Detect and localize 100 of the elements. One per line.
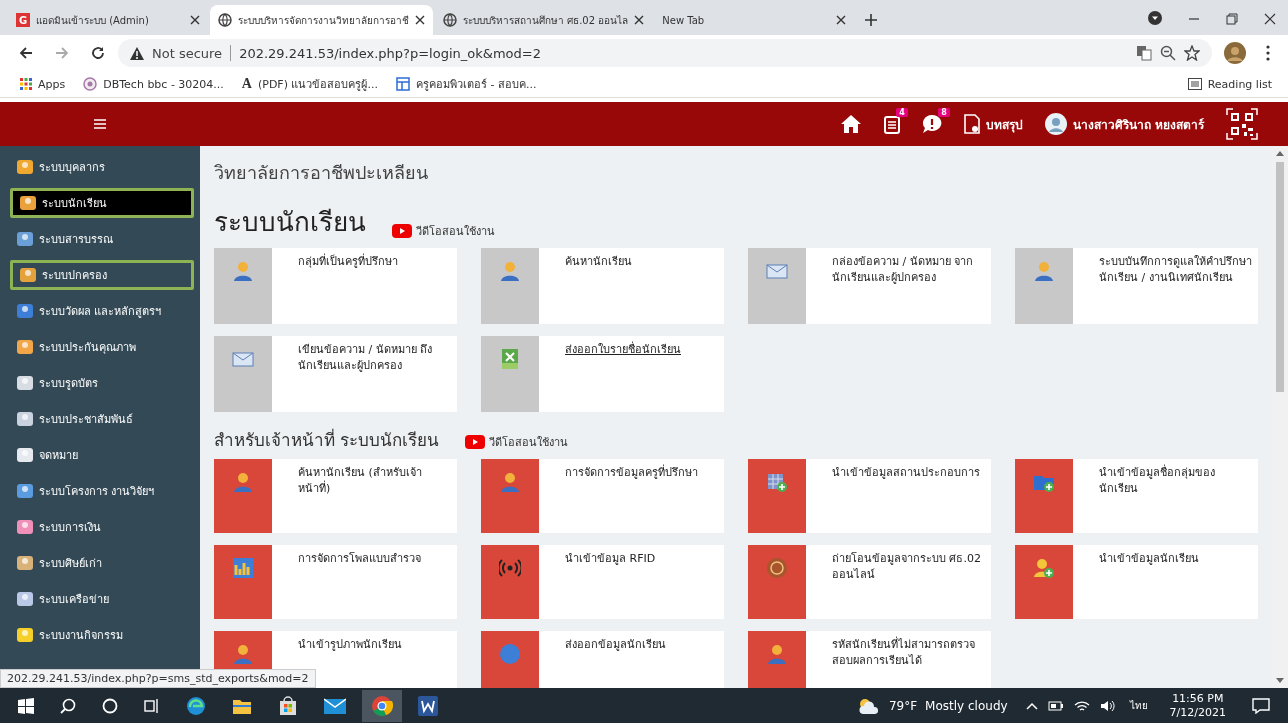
person-icon: [1033, 260, 1055, 282]
avatar-icon[interactable]: [1224, 42, 1246, 64]
back-icon[interactable]: [18, 45, 34, 61]
menu-card[interactable]: เขียนข้อความ / นัดหมาย ถึงนักเรียนและผู้ปกครอง: [214, 336, 457, 412]
menu-card[interactable]: ถ่ายโอนข้อมูลจากระบบ ศธ.02 ออนไลน์: [748, 545, 991, 619]
sidebar-item[interactable]: ระบบนักเรียน: [10, 188, 194, 218]
sidebar-item[interactable]: ระบบปกครอง: [10, 260, 194, 290]
close-icon[interactable]: [415, 15, 425, 25]
circle-icon[interactable]: [102, 697, 118, 714]
favicon-icon: G: [16, 13, 30, 27]
reading-list-button[interactable]: Reading list: [1187, 77, 1272, 91]
scrollbar[interactable]: [1272, 146, 1288, 688]
bookmark-item[interactable]: ครูคอมพิวเตอร์ - สอบค...: [395, 75, 537, 93]
menu-icon[interactable]: [94, 119, 106, 129]
edge-browser-icon[interactable]: [186, 695, 206, 716]
browser-tab[interactable]: G แอดมินเข้าระบบ (Admin): [8, 5, 208, 35]
bookmark-item[interactable]: DBTech bbc - 30204...: [83, 77, 224, 91]
language-indicator[interactable]: ไทย: [1129, 698, 1148, 713]
battery-icon[interactable]: [1047, 699, 1064, 712]
search-icon[interactable]: [60, 697, 76, 714]
menu-card[interactable]: การจัดการโพลแบบสำรวจ: [214, 545, 457, 619]
windows-start-icon[interactable]: [18, 697, 34, 714]
menu-card[interactable]: กล่องข้อความ / นัดหมาย จากนักเรียนและผู้ปกครอง: [748, 248, 991, 324]
close-icon[interactable]: [190, 15, 200, 25]
alert-bubble-icon[interactable]: [921, 114, 942, 134]
qr-code-icon[interactable]: [1226, 108, 1258, 140]
play-icon: [465, 435, 486, 449]
sidebar-item[interactable]: ระบบศิษย์เก่า: [10, 548, 194, 578]
scroll-up-icon[interactable]: [1276, 150, 1284, 156]
menu-card[interactable]: นำเข้าข้อมูลชื่อกลุ่มของนักเรียน: [1015, 459, 1258, 533]
sidebar-item[interactable]: ระบบสารบรรณ: [10, 224, 194, 254]
menu-card[interactable]: ส่งออกใบรายชื่อนักเรียน: [481, 336, 724, 412]
browser-tab[interactable]: New Tab: [654, 5, 855, 35]
video-tutorial-link[interactable]: วีดีโอสอนใช้งาน: [465, 433, 569, 453]
person-icon: [499, 471, 521, 493]
sidebar-item[interactable]: ระบบเครือข่าย: [10, 584, 194, 614]
sidebar-item[interactable]: ระบบการเงิน: [10, 512, 194, 542]
menu-card[interactable]: ค้นหานักเรียน (สำหรับเจ้าหน้าที่): [214, 459, 457, 533]
report-icon: [963, 114, 980, 134]
volume-icon[interactable]: [1099, 699, 1116, 712]
address-bar[interactable]: Not secure 202.29.241.53/index.php?p=login_ok&mod=2: [118, 39, 1212, 67]
export-link[interactable]: ส่งออกใบรายชื่อนักเรียน: [539, 336, 687, 412]
apps-grid-icon: [20, 78, 32, 90]
chevron-up-icon[interactable]: [1025, 701, 1038, 710]
close-icon[interactable]: [1264, 13, 1276, 25]
reload-icon[interactable]: [90, 45, 106, 61]
weather-widget[interactable]: 79°F Mostly cloudy: [856, 696, 1008, 715]
translate-icon[interactable]: [1136, 45, 1152, 61]
more-icon[interactable]: [1266, 45, 1270, 61]
browser-tab[interactable]: ระบบบริหารจัดการงานวิทยาลัยการอาชี: [210, 5, 433, 35]
app-icon: [16, 591, 34, 607]
user-menu[interactable]: นางสาวศิรินาถ หยงสตาร์: [1044, 113, 1204, 135]
sidebar-item[interactable]: ระบบประชาสัมพันธ์: [10, 404, 194, 434]
menu-card[interactable]: ค้นหานักเรียน: [481, 248, 724, 324]
avatar-icon: [1044, 113, 1067, 135]
clipboard-icon[interactable]: [883, 114, 900, 134]
menu-card[interactable]: การจัดการข้อมูลครูที่ปรึกษา: [481, 459, 724, 533]
menu-card[interactable]: นำเข้าข้อมูลนักเรียน: [1015, 545, 1258, 619]
store-bag-icon[interactable]: [278, 695, 298, 716]
wifi-icon[interactable]: [1073, 699, 1090, 712]
seal-icon: [766, 557, 788, 579]
star-icon[interactable]: [1184, 45, 1200, 61]
zoom-icon[interactable]: [1160, 45, 1176, 61]
new-tab-icon[interactable]: [864, 13, 879, 27]
sidebar-item[interactable]: ระบบงานกิจกรรม: [10, 620, 194, 650]
task-view-icon[interactable]: [144, 697, 160, 714]
bookmark-item[interactable]: A (PDF) แนวข้อสอบครูผู้...: [241, 75, 378, 93]
close-icon[interactable]: [836, 15, 847, 25]
card-label: ส่งออกข้อมูลนักเรียน: [564, 637, 667, 653]
menu-card[interactable]: นำเข้าข้อมูลสถานประกอบการ: [748, 459, 991, 533]
video-tutorial-link[interactable]: วีดีโอสอนใช้งาน: [392, 222, 495, 242]
browser-tab[interactable]: ระบบบริหารสถานศึกษา ศธ.02 ออนไล: [435, 5, 653, 35]
sidebar-item[interactable]: ระบบรูดบัตร: [10, 368, 194, 398]
menu-card[interactable]: รหัสนักเรียนที่ไม่สามารถตรวจสอบผลการเรียนได้: [748, 631, 991, 688]
word-icon[interactable]: [418, 695, 438, 716]
sidebar-item[interactable]: ระบบโครงการ งานวิจัยฯ: [10, 476, 194, 506]
menu-card[interactable]: กลุ่มที่เป็นครูที่ปรึกษา: [214, 248, 457, 324]
close-icon[interactable]: [634, 15, 645, 25]
notification-icon[interactable]: [1252, 697, 1270, 714]
menu-card[interactable]: นำเข้าข้อมูล RFID: [481, 545, 724, 619]
profile-dropdown-icon[interactable]: [1148, 11, 1162, 25]
menu-card[interactable]: ระบบบันทึกการดูแลให้คำปรึกษานักเรียน / งานนิเทศนักเรียน: [1015, 248, 1258, 324]
sidebar-item[interactable]: ระบบบุคลากร: [10, 152, 194, 182]
summary-link[interactable]: บทสรุป: [963, 114, 1023, 134]
home-icon[interactable]: [839, 114, 862, 134]
restore-icon[interactable]: [1226, 13, 1238, 25]
clock[interactable]: 11:56 PM 7/12/2021: [1169, 691, 1226, 720]
scroll-down-icon[interactable]: [1276, 678, 1284, 684]
mail-icon[interactable]: [324, 697, 346, 714]
sidebar-item[interactable]: ระบบวัดผล และหลักสูตรฯ: [10, 296, 194, 326]
sidebar-item[interactable]: จดหมาย: [10, 440, 194, 470]
app-icon: [16, 303, 34, 319]
card-label: ถ่ายโอนข้อมูลจากระบบ ศธ.02 ออนไลน์: [831, 551, 982, 583]
chrome-icon[interactable]: [362, 689, 402, 722]
play-icon: [392, 224, 412, 238]
sidebar-item[interactable]: ระบบประกันคุณภาพ: [10, 332, 194, 362]
menu-card[interactable]: ส่งออกข้อมูลนักเรียน: [481, 631, 724, 688]
scrollbar-thumb[interactable]: [1276, 162, 1284, 392]
notification-badge: 4: [896, 108, 908, 117]
bookmark-item[interactable]: Apps: [20, 77, 66, 91]
